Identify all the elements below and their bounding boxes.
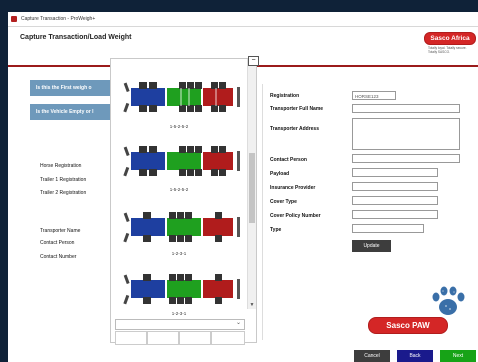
truck-5-axle-icon: [123, 146, 240, 177]
logo-wordmark: Sasco Africa: [424, 32, 476, 45]
horse-registration-label: Horse Registration: [40, 163, 82, 169]
config-dropdown[interactable]: ⌄: [115, 319, 245, 330]
cover-policy-number-field[interactable]: [352, 210, 438, 219]
cover-type-field[interactable]: [352, 196, 438, 205]
window-title: Capture Transaction - ProWeigh+: [21, 16, 96, 22]
scroll-down-icon[interactable]: ▼: [249, 302, 255, 308]
sasco-paw-logo: Sasco PAW: [368, 317, 448, 334]
contact-number-label: Contact Number: [40, 254, 77, 260]
registration-label: Registration: [270, 93, 300, 99]
insurance-provider-field[interactable]: [352, 182, 438, 191]
grid-cell: [147, 331, 179, 345]
truck-config-label: 1-2-3-1: [171, 251, 187, 256]
minimize-icon[interactable]: −: [248, 56, 259, 66]
truck-config-option[interactable]: [121, 209, 245, 254]
insurance-provider-label: Insurance Provider: [270, 185, 316, 191]
registration-field[interactable]: HORSE123: [352, 91, 396, 100]
chevron-down-icon: ⌄: [235, 320, 241, 326]
panel-divider: [262, 84, 263, 340]
app-icon: [11, 16, 17, 22]
truck-4-axle-icon: [123, 274, 240, 305]
logo-tagline: Totally loyal. Totally secure. Totally S…: [428, 46, 467, 54]
truck-config-option[interactable]: [121, 271, 245, 316]
grid-cell: [179, 331, 211, 345]
trailer1-registration-label: Trailer 1 Registration: [40, 177, 87, 183]
payload-field[interactable]: [352, 168, 438, 177]
picker-scrollbar[interactable]: ▲ ▼: [247, 59, 256, 309]
type-field[interactable]: [352, 224, 424, 233]
type-label: Type: [270, 227, 282, 233]
truck-config-option[interactable]: [121, 143, 245, 188]
grid-cell: [211, 331, 245, 345]
trailer2-registration-label: Trailer 2 Registration: [40, 190, 87, 196]
truck-config-label: 1-2-3-1: [171, 311, 187, 316]
grid-cell: [115, 331, 147, 345]
truck-config-label: 1-5-2-5-2: [169, 124, 189, 129]
truck-config-label: 1-5-2-5-2: [169, 187, 189, 192]
transporter-full-name-field[interactable]: [352, 104, 460, 113]
cancel-button[interactable]: Cancel: [354, 350, 390, 362]
transporter-full-name-label: Transporter Full Name: [270, 106, 324, 112]
sasco-africa-logo: Sasco Africa Totally loyal. Totally secu…: [424, 32, 476, 58]
transporter-name-label: Transporter Name: [40, 228, 81, 234]
truck-config-option[interactable]: [121, 79, 245, 124]
truck-5-axle-icon: [123, 82, 240, 113]
title-bar: Capture Transaction - ProWeigh+: [8, 12, 478, 27]
next-button[interactable]: Next: [440, 350, 476, 362]
payload-label: Payload: [270, 171, 290, 177]
cover-type-label: Cover Type: [270, 199, 297, 205]
vehicle-config-picker: 1-5-2-5-2 1-5-2-5-2 1-2-3-1 1-2-3-1 ▼ ⌄: [110, 58, 257, 345]
paw-print-icon: [432, 286, 465, 315]
contact-person-field[interactable]: [352, 154, 460, 163]
back-button[interactable]: Back: [397, 350, 433, 362]
page-title: Capture Transaction/Load Weight: [20, 34, 132, 41]
truck-4-axle-icon: [123, 212, 240, 243]
transporter-address-label: Transporter Address: [270, 126, 319, 132]
cover-policy-number-label: Cover Policy Number: [270, 213, 321, 219]
contact-person-label: Contact Person: [270, 157, 307, 163]
update-button[interactable]: Update: [352, 240, 391, 252]
transporter-address-field[interactable]: [352, 118, 460, 150]
scroll-thumb[interactable]: [249, 153, 255, 223]
contact-person-label: Contact Person: [40, 240, 75, 246]
